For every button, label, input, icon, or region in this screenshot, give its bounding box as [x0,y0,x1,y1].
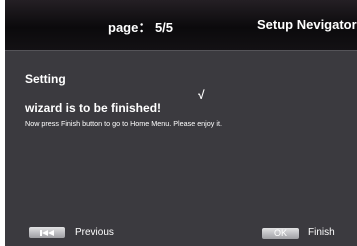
ok-key-button[interactable]: OK [262,228,299,239]
header-bar: page： 5/5 Setup Nevigator [5,0,357,50]
previous-key-button[interactable] [29,227,65,238]
skip-back-icon [38,227,56,238]
screen-title: Setup Nevigator [257,17,357,32]
page-indicator: page： 5/5 [108,20,174,35]
finish-heading: wizard is to be finished! [25,101,162,115]
previous-label[interactable]: Previous [75,227,114,238]
finish-label[interactable]: Finish [308,227,335,238]
header-divider [5,50,357,51]
section-title: Setting [25,72,66,86]
setup-navigator-screen: page： 5/5 Setup Nevigator Setting √ wiza… [0,0,357,246]
finish-message: Now press Finish button to go to Home Me… [25,119,222,128]
check-mark-icon: √ [198,88,205,102]
